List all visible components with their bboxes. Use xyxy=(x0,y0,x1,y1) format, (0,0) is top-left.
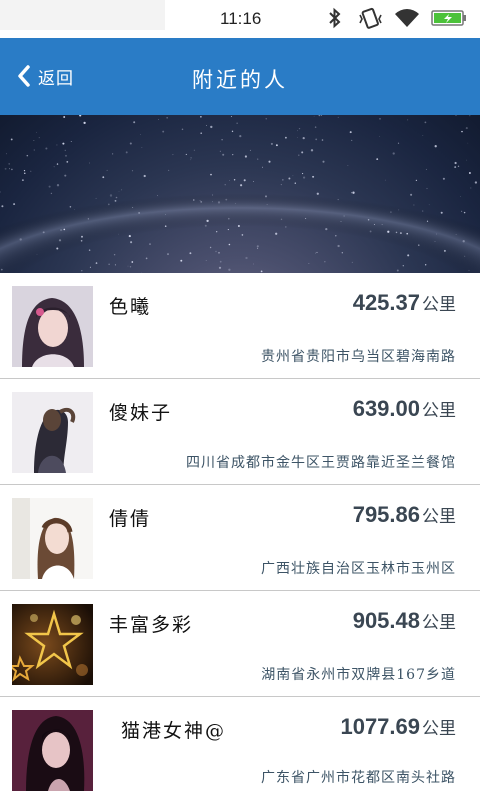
person-name: 傻妹子 xyxy=(109,402,173,424)
list-item[interactable]: 倩倩 795.86 公里 广西壮族自治区玉林市玉州区 xyxy=(0,485,480,591)
avatar xyxy=(12,392,93,473)
battery-charging-icon xyxy=(431,9,467,31)
bluetooth-icon xyxy=(326,7,344,33)
address: 广东省广州市花都区南头社路 xyxy=(261,770,456,786)
distance-value: 1077.69 xyxy=(340,714,420,739)
person-name: 猫港女神@ xyxy=(121,720,227,742)
avatar xyxy=(12,604,93,685)
list-item[interactable]: 丰富多彩 905.48 公里 湖南省永州市双牌县167乡道 xyxy=(0,591,480,697)
notification-area xyxy=(0,0,165,30)
distance-unit: 公里 xyxy=(422,613,456,633)
address: 四川省成都市金牛区王贾路靠近圣兰餐馆 xyxy=(186,455,456,471)
starry-sky-image xyxy=(0,115,480,273)
distance-value: 425.37 xyxy=(352,290,420,315)
status-time: 11:16 xyxy=(220,9,262,28)
nearby-people-list: 色曦 425.37 公里 贵州省贵阳市乌当区碧海南路 傻妹子 639.00 公里… xyxy=(0,273,480,791)
vibrate-icon xyxy=(358,7,384,35)
distance: 795.86 公里 xyxy=(353,502,456,528)
distance-value: 639.00 xyxy=(352,396,420,421)
address: 湖南省永州市双牌县167乡道 xyxy=(261,667,456,683)
title-bar: 返回 附近的人 xyxy=(0,38,480,115)
distance-unit: 公里 xyxy=(422,719,456,739)
distance-unit: 公里 xyxy=(422,401,456,421)
person-name: 色曦 xyxy=(109,296,152,318)
distance: 639.00 公里 xyxy=(353,396,456,422)
distance: 425.37 公里 xyxy=(353,290,456,316)
page-title: 附近的人 xyxy=(192,68,288,92)
banner-image xyxy=(0,115,480,273)
distance: 1077.69 公里 xyxy=(340,714,456,740)
person-name: 丰富多彩 xyxy=(109,614,194,636)
address: 贵州省贵阳市乌当区碧海南路 xyxy=(261,349,456,365)
status-bar: 11:16 xyxy=(0,0,480,38)
list-item[interactable]: 傻妹子 639.00 公里 四川省成都市金牛区王贾路靠近圣兰餐馆 xyxy=(0,379,480,485)
avatar xyxy=(12,498,93,579)
avatar xyxy=(12,710,93,791)
person-name: 倩倩 xyxy=(109,508,152,530)
distance-unit: 公里 xyxy=(422,295,456,315)
wifi-icon xyxy=(393,7,421,33)
list-item[interactable]: 猫港女神@ 1077.69 公里 广东省广州市花都区南头社路 xyxy=(0,697,480,791)
distance: 905.48 公里 xyxy=(353,608,456,634)
distance-value: 905.48 xyxy=(352,608,420,633)
distance-value: 795.86 xyxy=(352,502,420,527)
avatar xyxy=(12,286,93,367)
address: 广西壮族自治区玉林市玉州区 xyxy=(261,561,456,577)
list-item[interactable]: 色曦 425.37 公里 贵州省贵阳市乌当区碧海南路 xyxy=(0,273,480,379)
distance-unit: 公里 xyxy=(422,507,456,527)
